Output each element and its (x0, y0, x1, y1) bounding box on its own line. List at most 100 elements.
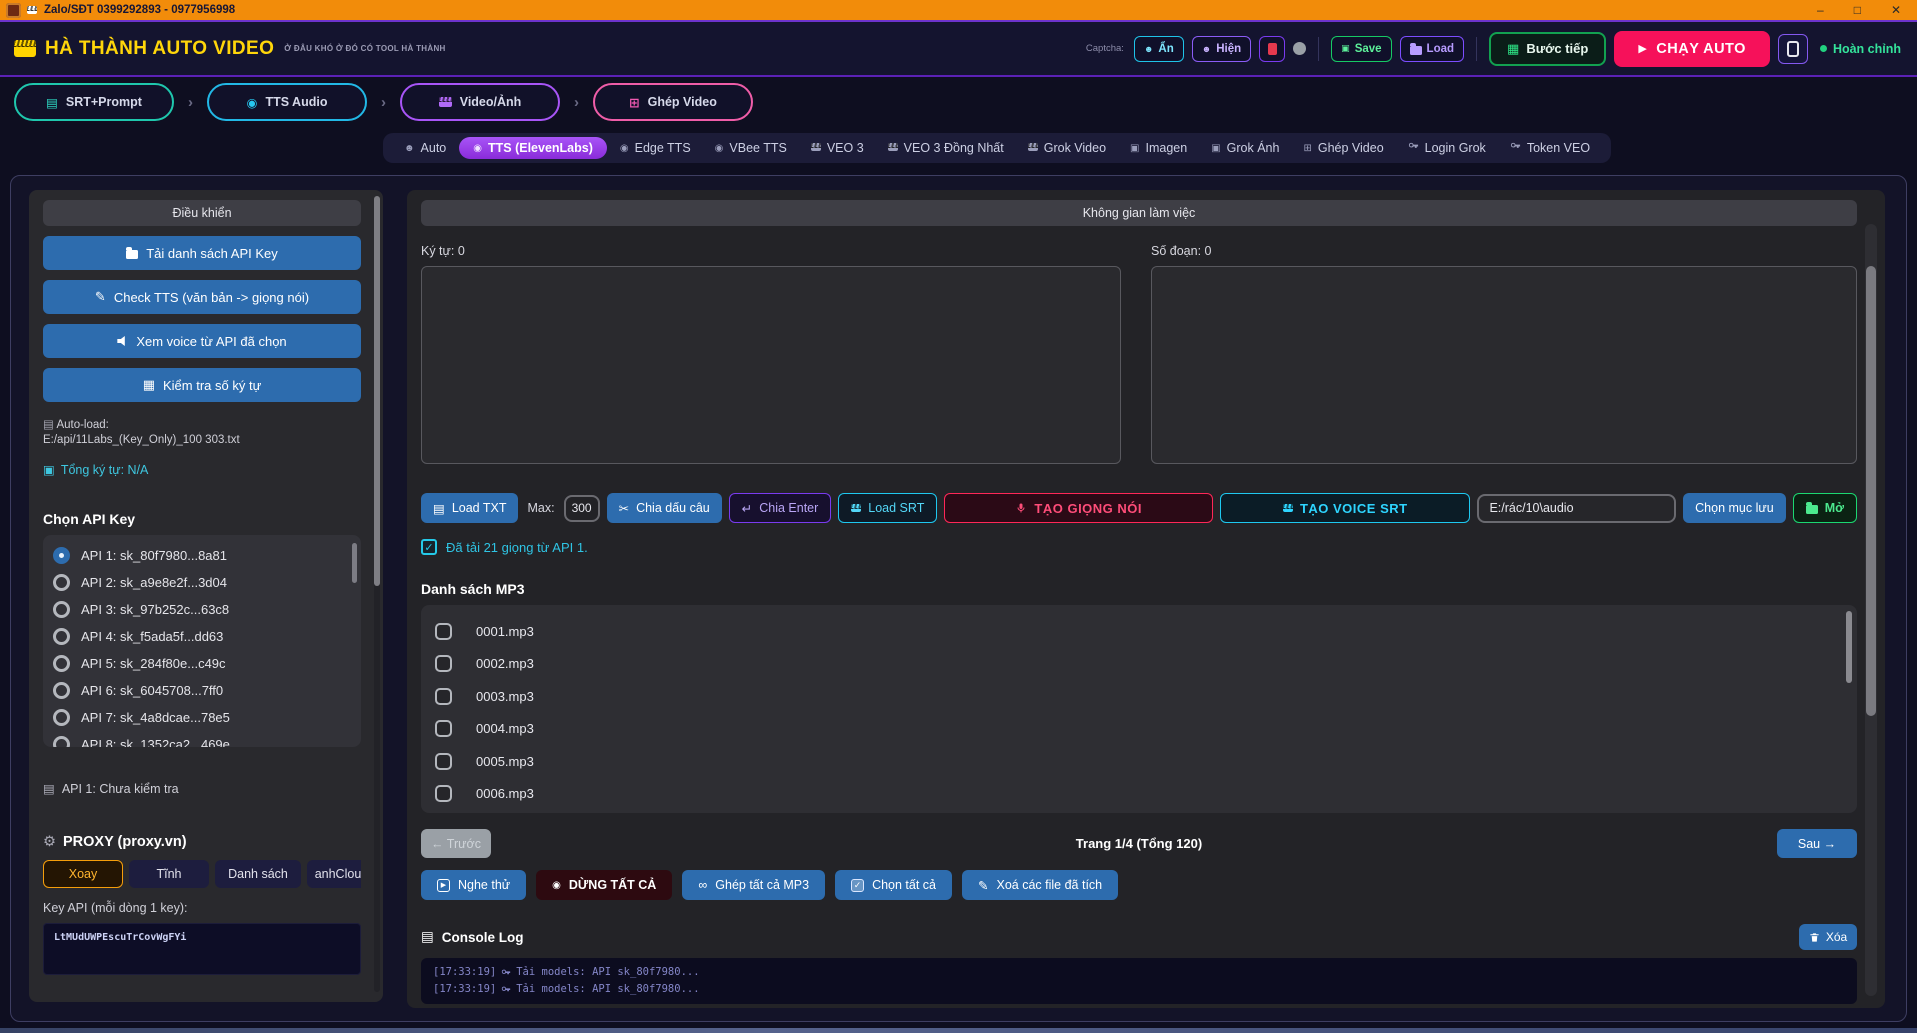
api-key-option[interactable]: API 4: sk_f5ada5f...dd63 (53, 623, 351, 650)
save-button[interactable]: ▣ Save (1331, 36, 1391, 62)
minimize-button[interactable]: – (1817, 1, 1824, 19)
maximize-button[interactable]: □ (1854, 1, 1861, 19)
proxy-key-textarea[interactable]: LtMUdUWPEscuTrCovWgFYi (43, 923, 361, 975)
segments-area[interactable] (1151, 266, 1857, 464)
api-key-option[interactable]: API 3: sk_97b252c...63c8 (53, 596, 351, 623)
chevron-icon: › (381, 94, 386, 111)
mp3-checkbox[interactable] (435, 655, 452, 672)
tab-grok-video[interactable]: Grok Video (1017, 138, 1117, 158)
radio-icon[interactable] (53, 736, 70, 747)
api-key-option[interactable]: API 7: sk_4a8dcae...78e5 (53, 704, 351, 731)
step-srt-prompt[interactable]: ▤ SRT+Prompt (14, 83, 174, 121)
view-voices-button[interactable]: Xem voice từ API đã chọn (43, 324, 361, 358)
mp3-checkbox[interactable] (435, 720, 452, 737)
text-input-area[interactable] (421, 266, 1121, 464)
radio-icon[interactable] (53, 709, 70, 726)
tab-login-grok[interactable]: Login Grok (1397, 138, 1497, 158)
mp3-checkbox[interactable] (435, 753, 452, 770)
clapperboard-icon (27, 1, 37, 19)
save-path-input[interactable] (1477, 494, 1676, 523)
browser-window-button[interactable] (1259, 36, 1285, 62)
tab-tts-elevenlabs[interactable]: ◉ TTS (ElevenLabs) (459, 137, 607, 159)
floppy-icon: ▣ (1341, 43, 1350, 54)
step-merge-video[interactable]: ⊞ Ghép Video (593, 83, 753, 121)
mp3-checkbox[interactable] (435, 688, 452, 705)
count-chars-button[interactable]: ▦ Kiểm tra số ký tự (43, 368, 361, 402)
open-folder-button[interactable]: Mở (1793, 493, 1857, 523)
radio-icon[interactable] (53, 655, 70, 672)
api-list-scrollbar[interactable] (352, 543, 357, 583)
api-key-option[interactable]: API 5: sk_284f80e...c49c (53, 650, 351, 677)
captcha-hide-button[interactable]: ☻ Ẩn (1134, 36, 1184, 62)
mp3-list-item[interactable]: 0004.mp3 (435, 713, 1843, 746)
mp3-checkbox[interactable] (435, 623, 452, 640)
stop-all-button[interactable]: ◉ DỪNG TẤT CẢ (536, 870, 672, 900)
api-key-option[interactable]: API 6: sk_6045708...7ff0 (53, 677, 351, 704)
document-icon: ▤ (433, 501, 445, 516)
proxy-tab-xoay[interactable]: Xoay (43, 860, 123, 888)
proxy-tab-anhcloud[interactable]: anhClou (307, 860, 361, 888)
radio-icon[interactable] (53, 601, 70, 618)
merge-all-button[interactable]: ∞ Ghép tất cả MP3 (682, 870, 825, 900)
step-tts-audio[interactable]: ◉ TTS Audio (207, 83, 367, 121)
radio-icon[interactable] (53, 628, 70, 645)
proxy-tab-tinh[interactable]: Tĩnh (129, 860, 209, 888)
radio-selected-icon[interactable] (53, 547, 70, 564)
mp3-list-item[interactable] (435, 810, 1843, 813)
choose-save-dir-button[interactable]: Chọn mục lưu (1683, 493, 1786, 523)
preview-button[interactable]: ▶ Nghe thử (421, 870, 526, 900)
load-txt-button[interactable]: ▤ Load TXT (421, 493, 518, 523)
radio-icon[interactable] (53, 682, 70, 699)
total-chars-status: ▣ Tổng ký tự: N/A (43, 462, 361, 477)
load-srt-button[interactable]: Load SRT (838, 493, 937, 523)
mp3-list-scrollbar[interactable] (1846, 611, 1852, 683)
check-tts-button[interactable]: ✎ Check TTS (văn bản -> giọng nói) (43, 280, 361, 314)
tab-token-veo[interactable]: Token VEO (1499, 138, 1601, 158)
run-auto-button[interactable]: ▶ CHẠY AUTO (1614, 31, 1770, 67)
load-api-keys-button[interactable]: Tải danh sách API Key (43, 236, 361, 270)
radio-icon[interactable] (53, 574, 70, 591)
tab-veo-3-dong-nhat[interactable]: VEO 3 Đồng Nhất (877, 138, 1015, 158)
load-button[interactable]: Load (1400, 36, 1464, 62)
tab-auto[interactable]: ☻ Auto (393, 138, 457, 158)
mp3-list-item[interactable]: 0003.mp3 (435, 680, 1843, 713)
tab-grok-anh[interactable]: ▣ Grok Ánh (1200, 138, 1290, 158)
tab-ghep-video[interactable]: ⊞ Ghép Video (1292, 138, 1394, 158)
split-punctuation-button[interactable]: ✂ Chia dấu câu (607, 493, 722, 523)
step-video-image[interactable]: Video/Ảnh (400, 83, 560, 121)
mp3-checkbox[interactable] (435, 785, 452, 802)
voices-checkbox[interactable]: ✓ (421, 539, 437, 555)
main-container: Điều khiển Tải danh sách API Key ✎ Check… (10, 175, 1907, 1022)
mp3-section-title: Danh sách MP3 (421, 581, 1857, 597)
delete-checked-button[interactable]: ✎ Xoá các file đã tích (962, 870, 1118, 900)
next-step-button[interactable]: ▦ Bước tiếp (1489, 32, 1606, 66)
close-button[interactable]: ✕ (1891, 1, 1901, 19)
api-key-option[interactable]: API 2: sk_a9e8e2f...3d04 (53, 569, 351, 596)
green-dot-icon (1820, 45, 1827, 52)
workspace-panel: Không gian làm việc Ký tự: 0 Số đoạn: 0 … (407, 190, 1885, 1008)
api-key-option[interactable]: API 8: sk_1352ca2...469e (53, 731, 351, 747)
tab-vbee-tts[interactable]: ◉ VBee TTS (704, 138, 798, 158)
mp3-list-item[interactable]: 0006.mp3 (435, 778, 1843, 811)
sidebar-scrollbar[interactable] (374, 196, 380, 992)
select-all-button[interactable]: ✓ Chọn tất cả (835, 870, 952, 900)
clear-console-button[interactable]: Xóa (1799, 924, 1857, 950)
tab-imagen[interactable]: ▣ Imagen (1119, 138, 1198, 158)
tab-edge-tts[interactable]: ◉ Edge TTS (609, 138, 702, 158)
tab-veo-3[interactable]: VEO 3 (800, 138, 875, 158)
phone-panel-button[interactable] (1778, 34, 1808, 64)
workspace-scrollbar[interactable] (1865, 224, 1877, 996)
mp3-list-item[interactable]: 0005.mp3 (435, 745, 1843, 778)
mp3-list-item[interactable]: 0002.mp3 (435, 648, 1843, 681)
microphone-icon (1015, 502, 1027, 514)
proxy-tab-danh-sach[interactable]: Danh sách (215, 860, 301, 888)
create-voice-button[interactable]: TẠO GIỌNG NÓI (944, 493, 1213, 523)
split-enter-button[interactable]: ↵ Chia Enter (729, 493, 832, 523)
max-chars-input[interactable] (564, 495, 600, 522)
console-log[interactable]: [17:33:19] Tải models: API sk_80f7980...… (421, 958, 1857, 1004)
mp3-list-item[interactable]: 0001.mp3 (435, 615, 1843, 648)
captcha-show-button[interactable]: ☻ Hiện (1192, 36, 1251, 62)
api-key-option[interactable]: API 1: sk_80f7980...8a81 (53, 542, 351, 569)
create-voice-srt-button[interactable]: TẠO VOICE SRT (1220, 493, 1470, 523)
image-icon: ▣ (1130, 143, 1139, 154)
